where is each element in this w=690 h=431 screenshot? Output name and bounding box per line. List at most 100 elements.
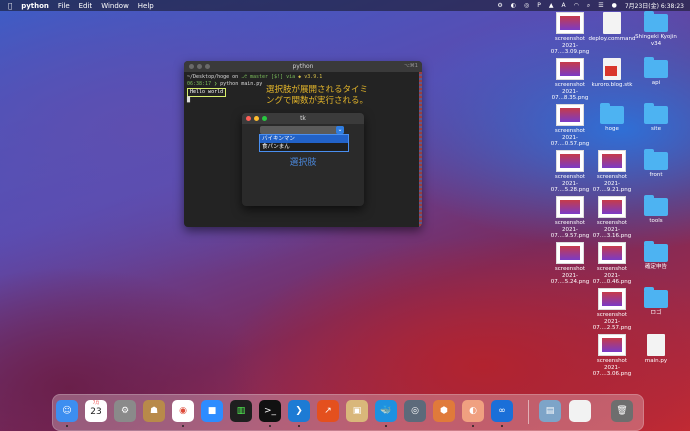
terminal-title: python xyxy=(292,63,314,70)
archive-icon[interactable]: ▣ xyxy=(346,400,368,422)
search-icon[interactable]: ⌕ xyxy=(587,2,590,10)
close-button[interactable] xyxy=(246,116,251,121)
minimize-button[interactable] xyxy=(254,116,259,121)
tk-window[interactable]: tk ⌄ バイキンマン 食パンまん 選択肢 xyxy=(242,113,364,206)
preview-icon[interactable]: ◐ xyxy=(462,400,484,422)
status-icon[interactable]: P xyxy=(537,2,541,9)
screenshot-thumbnail-icon xyxy=(556,104,584,126)
quicktime-icon[interactable]: ◎ xyxy=(404,400,426,422)
terminal-cursor: █ xyxy=(187,97,191,103)
document-stack-icon[interactable] xyxy=(569,400,591,422)
status-icon[interactable]: ▲ xyxy=(549,2,554,9)
siri-icon[interactable]: ● xyxy=(612,2,617,9)
tk-titlebar[interactable]: tk xyxy=(242,113,364,124)
terminal-shortcut: ⌥⌘1 xyxy=(404,63,418,69)
menu-bar:  python File Edit Window Help ⚙ ◐ ◎ P ▲… xyxy=(0,0,690,11)
infinity-icon[interactable]: ∞ xyxy=(491,400,513,422)
menu-window[interactable]: Window xyxy=(101,2,129,10)
combobox-dropdown[interactable]: バイキンマン 食パンまん xyxy=(259,134,349,152)
zoom-icon[interactable]: ■ xyxy=(201,400,223,422)
folder-icon xyxy=(644,103,668,124)
sourcetree-icon[interactable]: ⬢ xyxy=(433,400,455,422)
screenshot-thumbnail-icon xyxy=(556,12,584,34)
prompt-version: v3.9.1 xyxy=(304,74,323,80)
terminal-icon[interactable]: >_ xyxy=(259,400,281,422)
menu-clock[interactable]: 7月23日(金) 6:38:23 xyxy=(625,1,684,10)
trash-icon[interactable]: 🗑 xyxy=(611,400,633,422)
running-indicator xyxy=(66,425,68,427)
downloads-stack-icon[interactable]: ▤ xyxy=(539,400,561,422)
annotation-text: 選択肢が展開されるタイミ ングで関数が実行される。 xyxy=(266,85,368,107)
apple-icon[interactable]:  xyxy=(8,2,12,10)
running-indicator xyxy=(472,425,474,427)
menu-file[interactable]: File xyxy=(58,2,70,10)
combobox[interactable]: ⌄ xyxy=(260,126,344,134)
desktop-item-label: front xyxy=(649,172,663,178)
status-icon[interactable]: ◐ xyxy=(511,2,516,9)
calendar-icon[interactable]: 7月 23 xyxy=(85,400,107,422)
desktop-item-label: Shingeki Kyojin v34 xyxy=(635,34,677,47)
desktop-item-label: 確定申告 xyxy=(644,264,667,270)
desktop-item[interactable]: api xyxy=(630,57,682,87)
menu-app-name[interactable]: python xyxy=(21,2,49,10)
annotation-line-2: ングで関数が実行される。 xyxy=(266,96,369,106)
folder-icon xyxy=(644,287,668,308)
desktop-item-label: main.py xyxy=(644,358,668,364)
minimize-button[interactable] xyxy=(197,64,202,69)
tk-title: tk xyxy=(300,115,306,122)
folder-icon xyxy=(644,195,668,216)
dock: ☺ 7月 23 ⚙ ☗ ◉ ■ ▥ >_ ❯ ↗ ▣ 🐳 ◎ ⬢ ◐ ∞ ▤ 🗑 xyxy=(52,394,644,431)
contacts-icon[interactable]: ☗ xyxy=(143,400,165,422)
screenshot-thumbnail-icon xyxy=(556,58,584,80)
document-icon xyxy=(647,334,665,356)
control-center-icon[interactable]: ☰ xyxy=(598,2,603,9)
finder-icon[interactable]: ☺ xyxy=(56,400,78,422)
chrome-icon[interactable]: ◉ xyxy=(172,400,194,422)
zoom-button[interactable] xyxy=(205,64,210,69)
desktop-item[interactable]: main.py xyxy=(630,334,682,365)
running-indicator xyxy=(269,425,271,427)
screenshot-thumbnail-icon xyxy=(598,334,626,356)
screenshot-thumbnail-icon xyxy=(556,196,584,218)
desktop-item[interactable]: tools xyxy=(630,195,682,225)
close-button[interactable] xyxy=(189,64,194,69)
desktop-item-label: tools xyxy=(649,218,663,224)
docker-icon[interactable]: 🐳 xyxy=(375,400,397,422)
desktop-item[interactable]: Shingeki Kyojin v34 xyxy=(630,11,682,47)
screenshot-thumbnail-icon xyxy=(598,288,626,310)
dropdown-option[interactable]: 食パンまん xyxy=(260,143,348,151)
command-text: python main.py xyxy=(220,81,263,87)
menu-edit[interactable]: Edit xyxy=(79,2,93,10)
menu-help[interactable]: Help xyxy=(138,2,154,10)
document-icon xyxy=(603,58,621,80)
screenshot-thumbnail-icon xyxy=(556,242,584,264)
stocks-icon[interactable]: ↗ xyxy=(317,400,339,422)
wifi-icon[interactable]: ◠ xyxy=(574,2,579,9)
prompt-branch: master [$!] via xyxy=(249,74,296,80)
python-icon: ◆ xyxy=(298,74,302,80)
dock-separator xyxy=(528,400,529,424)
status-icon[interactable]: ⚙ xyxy=(497,2,502,9)
running-indicator xyxy=(385,425,387,427)
desktop-item[interactable]: 確定申告 xyxy=(630,241,682,271)
activity-monitor-icon[interactable]: ▥ xyxy=(230,400,252,422)
terminal-scrollbar[interactable] xyxy=(419,72,422,227)
status-icon[interactable]: A xyxy=(561,2,565,9)
prompt-path: ~/Desktop/hoge on xyxy=(187,74,239,80)
system-preferences-icon[interactable]: ⚙ xyxy=(114,400,136,422)
screenshot-thumbnail-icon xyxy=(556,150,584,172)
screenshot-thumbnail-icon xyxy=(598,150,626,172)
status-icon[interactable]: ◎ xyxy=(524,2,529,9)
screenshot-thumbnail-icon xyxy=(598,242,626,264)
desktop-item[interactable]: site xyxy=(630,103,682,133)
vscode-icon[interactable]: ❯ xyxy=(288,400,310,422)
desktop-item[interactable]: front xyxy=(630,149,682,179)
chevron-down-icon[interactable]: ⌄ xyxy=(336,126,344,134)
annotation-line-1: 選択肢が展開されるタイミ xyxy=(266,85,369,95)
dropdown-option[interactable]: バイキンマン xyxy=(260,135,348,143)
choice-label: 選択肢 xyxy=(289,158,317,168)
desktop-item-label: api xyxy=(651,80,661,86)
zoom-button[interactable] xyxy=(262,116,267,121)
desktop-item[interactable]: ロゴ xyxy=(630,287,682,317)
terminal-titlebar[interactable]: python ⌥⌘1 xyxy=(184,61,422,72)
